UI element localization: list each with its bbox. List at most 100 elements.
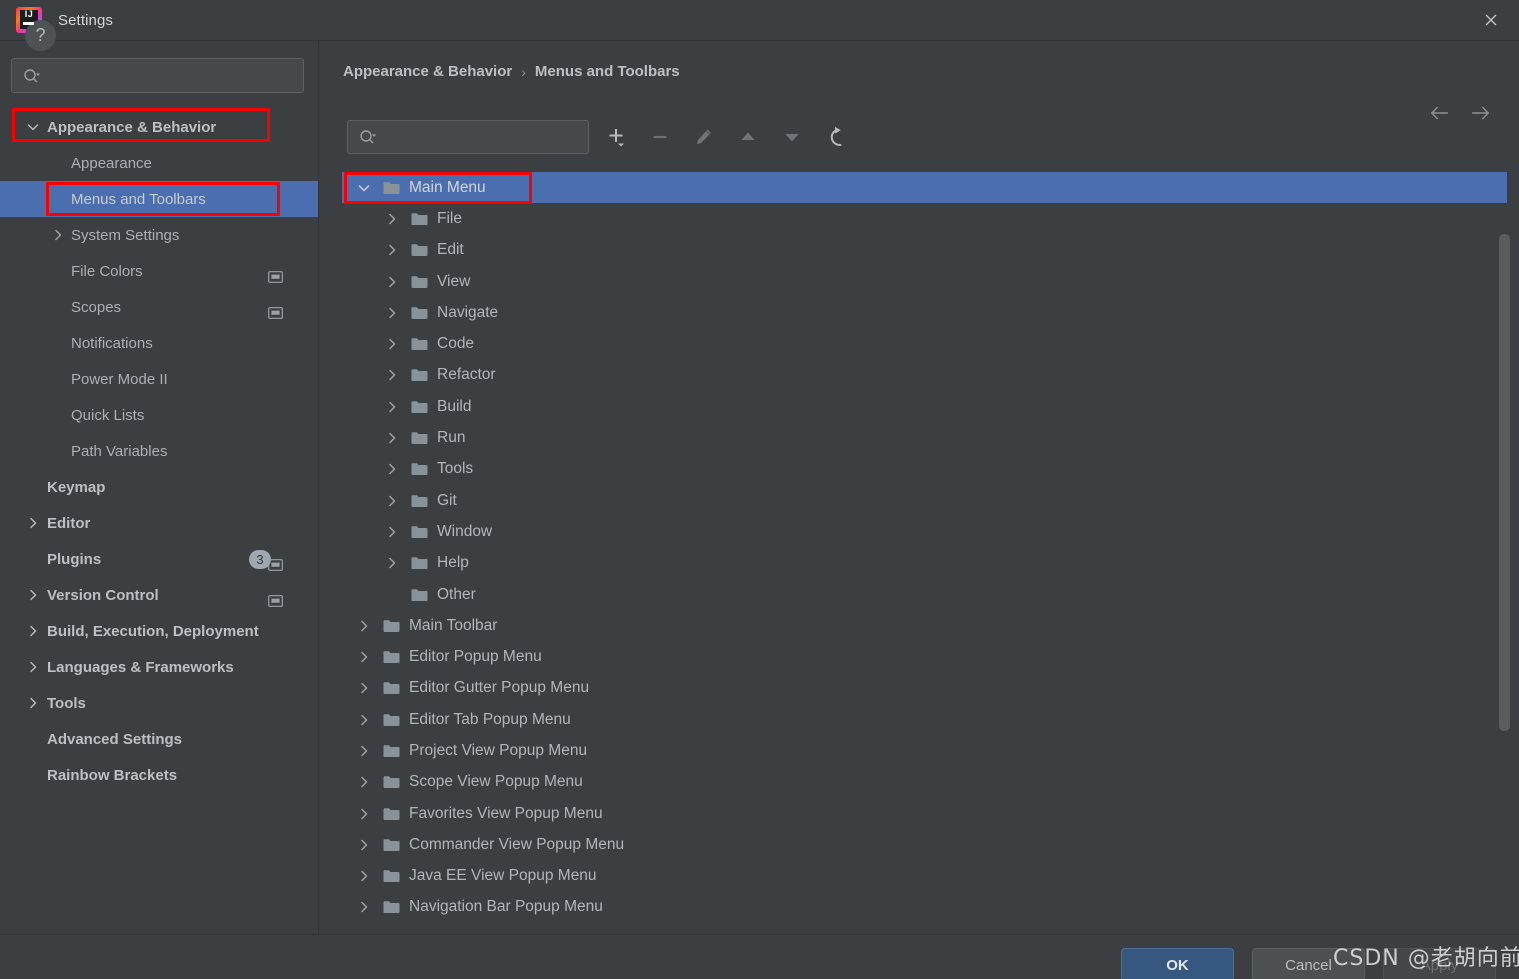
forward-button[interactable]: [1471, 103, 1491, 123]
chevron-right-icon[interactable]: [382, 240, 402, 260]
tree-row[interactable]: Navigate: [342, 297, 1519, 328]
chevron-right-icon[interactable]: [354, 897, 374, 917]
tree-row[interactable]: File: [342, 203, 1519, 234]
tree-row[interactable]: Favorites View Popup Menu: [342, 798, 1519, 829]
folder-icon: [411, 307, 428, 319]
add-button[interactable]: [599, 120, 633, 154]
sidebar-item-path-variables[interactable]: Path Variables: [0, 433, 318, 469]
chevron-right-icon[interactable]: [382, 553, 402, 573]
window-title: Settings: [58, 11, 113, 29]
tree-row[interactable]: Editor Gutter Popup Menu: [342, 673, 1519, 704]
folder-icon-wrap: [411, 588, 428, 602]
tree-row[interactable]: Window: [342, 516, 1519, 547]
tree-row[interactable]: Editor Popup Menu: [342, 641, 1519, 672]
chevron-right-icon[interactable]: [354, 835, 374, 855]
sidebar-item-quick-lists[interactable]: Quick Lists: [0, 397, 318, 433]
breadcrumb-root[interactable]: Appearance & Behavior: [343, 63, 512, 80]
chevron-right-icon[interactable]: [25, 587, 41, 603]
folder-icon-wrap: [383, 900, 400, 914]
folder-icon-wrap: [411, 400, 428, 414]
tree-row[interactable]: Editor Tab Popup Menu: [342, 704, 1519, 735]
sidebar-item-plugins[interactable]: Plugins 3: [0, 541, 318, 577]
tree-row[interactable]: Code: [342, 328, 1519, 359]
tree-row[interactable]: View: [342, 266, 1519, 297]
tree-row[interactable]: Main Toolbar: [342, 610, 1519, 641]
chevron-right-icon[interactable]: [382, 272, 402, 292]
chevron-down-icon[interactable]: [25, 119, 41, 135]
scrollbar-thumb[interactable]: [1499, 234, 1510, 731]
sidebar-item-power-mode-ii[interactable]: Power Mode II: [0, 361, 318, 397]
chevron-right-icon[interactable]: [382, 522, 402, 542]
sidebar-item-rainbow-brackets[interactable]: Rainbow Brackets: [0, 757, 318, 793]
sidebar-item-editor[interactable]: Editor: [0, 505, 318, 541]
sidebar-item-build-execution-deployment[interactable]: Build, Execution, Deployment: [0, 613, 318, 649]
chevron-right-icon[interactable]: [25, 695, 41, 711]
folder-icon-wrap: [411, 368, 428, 382]
chevron-right-icon[interactable]: [50, 227, 66, 243]
chevron-right-icon[interactable]: [354, 804, 374, 824]
chevron-right-icon[interactable]: [354, 741, 374, 761]
tree-search-input[interactable]: [383, 129, 588, 145]
sidebar-item-label: Power Mode II: [71, 370, 168, 388]
sidebar-item-appearance[interactable]: Appearance: [0, 145, 318, 181]
triangle-up-icon: [741, 132, 755, 140]
chevron-right-icon[interactable]: [25, 659, 41, 675]
close-button[interactable]: [1463, 0, 1519, 40]
sidebar-item-file-colors[interactable]: File Colors: [0, 253, 318, 289]
chevron-right-icon[interactable]: [25, 623, 41, 639]
sidebar-search-field[interactable]: [11, 58, 304, 93]
tree-row[interactable]: Run: [342, 422, 1519, 453]
chevron-down-icon[interactable]: [354, 178, 374, 198]
sidebar-item-menus-and-toolbars[interactable]: Menus and Toolbars: [0, 181, 318, 217]
sidebar-item-appearance-behavior[interactable]: Appearance & Behavior: [0, 109, 318, 145]
chevron-right-icon[interactable]: [382, 491, 402, 511]
sidebar-item-version-control[interactable]: Version Control: [0, 577, 318, 613]
chevron-right-icon[interactable]: [354, 616, 374, 636]
chevron-right-icon[interactable]: [25, 515, 41, 531]
chevron-right-icon: [361, 620, 368, 632]
chevron-right-icon[interactable]: [354, 647, 374, 667]
menu-tree-scrollbar[interactable]: [1499, 172, 1510, 917]
chevron-right-icon[interactable]: [354, 772, 374, 792]
tree-row[interactable]: Build: [342, 391, 1519, 422]
tree-row[interactable]: Git: [342, 485, 1519, 516]
sidebar-item-languages-frameworks[interactable]: Languages & Frameworks: [0, 649, 318, 685]
chevron-right-icon[interactable]: [382, 397, 402, 417]
chevron-right-icon[interactable]: [382, 303, 402, 323]
chevron-right-icon: [361, 808, 368, 819]
tree-row[interactable]: Edit: [342, 235, 1519, 266]
tree-row[interactable]: Scope View Popup Menu: [342, 767, 1519, 798]
chevron-right-icon[interactable]: [382, 365, 402, 385]
tree-row[interactable]: Tools: [342, 454, 1519, 485]
tree-row-label: Run: [437, 429, 466, 447]
chevron-right-icon[interactable]: [354, 866, 374, 886]
chevron-right-icon: [389, 276, 396, 287]
tree-row[interactable]: Java EE View Popup Menu: [342, 861, 1519, 892]
tree-row[interactable]: Navigation Bar Popup Menu: [342, 892, 1519, 917]
chevron-right-icon[interactable]: [382, 428, 402, 448]
sidebar-item-advanced-settings[interactable]: Advanced Settings: [0, 721, 318, 757]
tree-row[interactable]: Other: [342, 579, 1519, 610]
chevron-right-icon[interactable]: [382, 334, 402, 354]
tree-search-field[interactable]: [347, 120, 589, 154]
folder-icon: [411, 463, 428, 476]
sidebar-item-notifications[interactable]: Notifications: [0, 325, 318, 361]
sidebar-item-keymap[interactable]: Keymap: [0, 469, 318, 505]
chevron-right-icon[interactable]: [354, 710, 374, 730]
sidebar-item-tools[interactable]: Tools: [0, 685, 318, 721]
tree-row[interactable]: Main Menu: [342, 172, 1507, 204]
tree-row[interactable]: Project View Popup Menu: [342, 735, 1519, 766]
ok-button[interactable]: OK: [1121, 948, 1234, 979]
chevron-right-icon[interactable]: [382, 209, 402, 229]
tree-row[interactable]: Help: [342, 548, 1519, 579]
sidebar-search-input[interactable]: [47, 67, 303, 84]
chevron-right-icon[interactable]: [382, 459, 402, 479]
sidebar-item-system-settings[interactable]: System Settings: [0, 217, 318, 253]
back-button[interactable]: [1429, 103, 1449, 123]
tree-row[interactable]: Refactor: [342, 360, 1519, 391]
restore-button[interactable]: [819, 120, 853, 154]
breadcrumb: Appearance & Behavior › Menus and Toolba…: [343, 63, 680, 80]
tree-row[interactable]: Commander View Popup Menu: [342, 829, 1519, 860]
sidebar-item-scopes[interactable]: Scopes: [0, 289, 318, 325]
chevron-right-icon[interactable]: [354, 678, 374, 698]
